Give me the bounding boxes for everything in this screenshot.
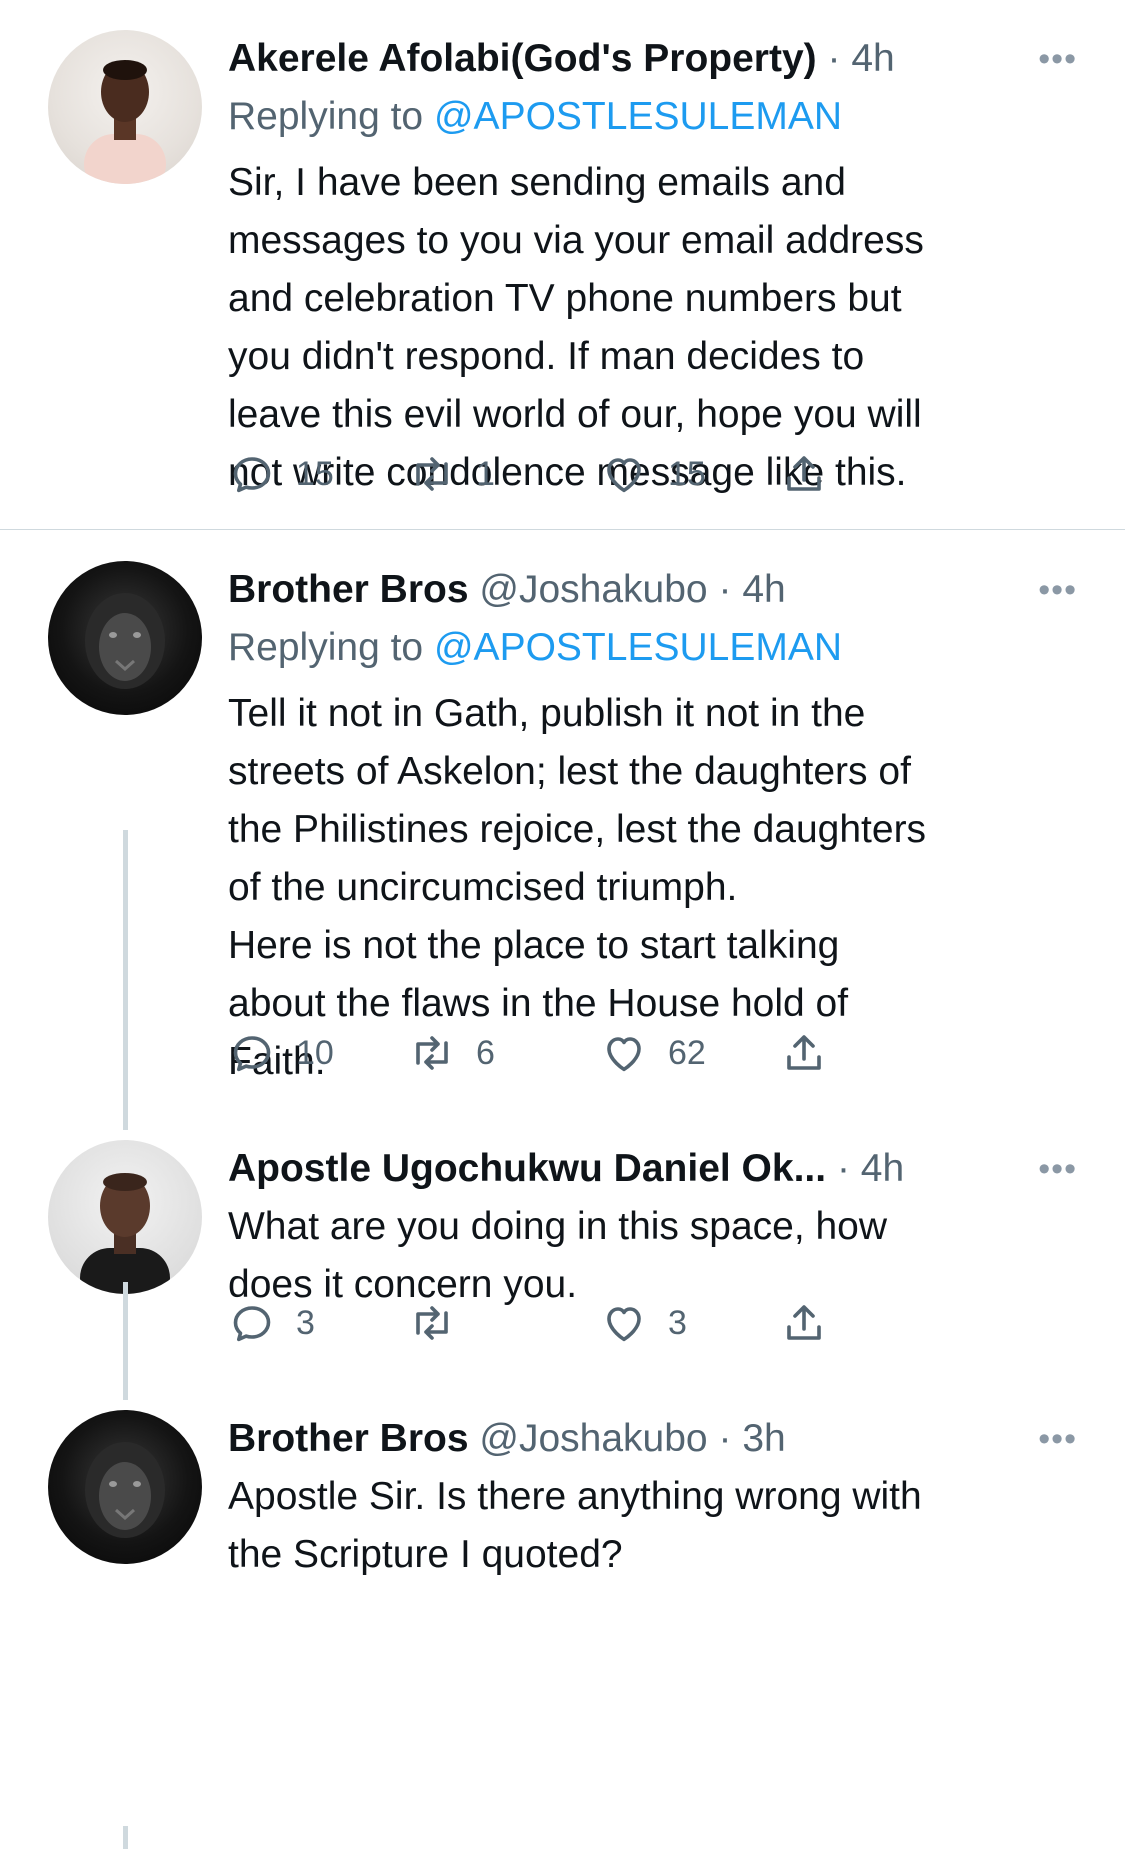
like-button[interactable]: 15 <box>600 444 706 504</box>
retweet-count: 1 <box>476 454 495 493</box>
replying-label: Replying to <box>228 95 424 138</box>
reply-icon <box>233 457 271 493</box>
avatar[interactable] <box>48 561 202 715</box>
avatar-photo <box>85 1442 165 1538</box>
like-count: 62 <box>668 1033 706 1072</box>
display-name[interactable]: Brother Bros <box>228 568 469 611</box>
avatar[interactable] <box>48 30 202 184</box>
thread-line <box>123 830 128 1130</box>
avatar[interactable] <box>48 1140 202 1294</box>
share-button[interactable] <box>780 1023 828 1083</box>
reply-icon <box>233 1306 271 1342</box>
separator-dot: · <box>827 37 841 80</box>
more-icon[interactable]: ••• <box>1038 30 1077 88</box>
display-name[interactable]: Brother Bros <box>228 1417 469 1460</box>
tweet-header: Brother Bros @Joshakubo · 3h ••• <box>228 1410 1085 1468</box>
reply-count: 3 <box>296 1303 315 1342</box>
user-handle[interactable]: @Joshakubo <box>479 1417 707 1460</box>
timestamp[interactable]: 4h <box>742 568 785 611</box>
retweet-icon <box>416 457 448 491</box>
share-icon <box>787 1305 821 1340</box>
divider <box>0 529 1125 530</box>
separator-dot: · <box>718 568 732 611</box>
like-button[interactable]: 3 <box>600 1293 687 1353</box>
avatar-photo <box>84 60 166 184</box>
replying-to: Replying to @APOSTLESULEMAN <box>228 619 1085 677</box>
display-name[interactable]: Akerele Afolabi(God's Property) <box>228 37 817 80</box>
reply-button[interactable]: 3 <box>228 1293 315 1353</box>
thread-line <box>123 1282 128 1400</box>
share-button[interactable] <box>780 1293 828 1353</box>
separator-dot: · <box>718 1417 732 1460</box>
display-name[interactable]: Apostle Ugochukwu Daniel Ok... <box>228 1147 826 1190</box>
avatar-photo <box>80 1173 170 1294</box>
replying-label: Replying to <box>228 626 424 669</box>
like-count: 15 <box>668 454 706 493</box>
retweet-count: 6 <box>476 1033 495 1072</box>
retweet-button[interactable]: 6 <box>408 1023 495 1083</box>
reply-button[interactable]: 10 <box>228 1023 334 1083</box>
tweet-header: Apostle Ugochukwu Daniel Ok... · 4h ••• <box>228 1140 1085 1198</box>
retweet-icon <box>416 1036 448 1070</box>
timestamp[interactable]: 3h <box>742 1417 785 1460</box>
share-icon <box>787 456 821 491</box>
separator-dot: · <box>836 1147 850 1190</box>
share-button[interactable] <box>780 444 828 504</box>
more-icon[interactable]: ••• <box>1038 1140 1077 1198</box>
like-button[interactable]: 62 <box>600 1023 706 1083</box>
replying-to: Replying to @APOSTLESULEMAN <box>228 88 1085 146</box>
avatar[interactable] <box>48 1410 202 1564</box>
tweet-actions: 3 3 <box>228 1293 948 1353</box>
user-handle[interactable]: @Joshakubo <box>479 568 707 611</box>
like-icon <box>607 1037 641 1072</box>
tweet-actions: 15 1 15 <box>228 444 948 504</box>
tweet-header: Akerele Afolabi(God's Property) · 4h ••• <box>228 30 1085 88</box>
reply-icon <box>233 1036 271 1072</box>
tweet-text: Apostle Sir. Is there anything wrong wit… <box>228 1475 922 1576</box>
more-icon[interactable]: ••• <box>1038 1410 1077 1468</box>
tweet-header: Brother Bros @Joshakubo · 4h ••• <box>228 561 1085 619</box>
tweet-actions: 10 6 62 <box>228 1023 948 1083</box>
retweet-button[interactable] <box>408 1293 476 1353</box>
thread-line <box>123 1826 128 1849</box>
retweet-button[interactable]: 1 <box>408 444 495 504</box>
reply-count: 15 <box>296 454 334 493</box>
like-count: 3 <box>668 1303 687 1342</box>
reply-count: 10 <box>296 1033 334 1072</box>
more-icon[interactable]: ••• <box>1038 561 1077 619</box>
like-icon <box>607 458 641 493</box>
retweet-icon <box>416 1306 448 1340</box>
share-icon <box>787 1035 821 1070</box>
timestamp[interactable]: 4h <box>861 1147 904 1190</box>
replying-to-handle[interactable]: @APOSTLESULEMAN <box>434 626 842 669</box>
replying-to-handle[interactable]: @APOSTLESULEMAN <box>434 95 842 138</box>
timestamp[interactable]: 4h <box>851 37 894 80</box>
avatar-photo <box>85 593 165 689</box>
reply-button[interactable]: 15 <box>228 444 334 504</box>
like-icon <box>607 1307 641 1342</box>
